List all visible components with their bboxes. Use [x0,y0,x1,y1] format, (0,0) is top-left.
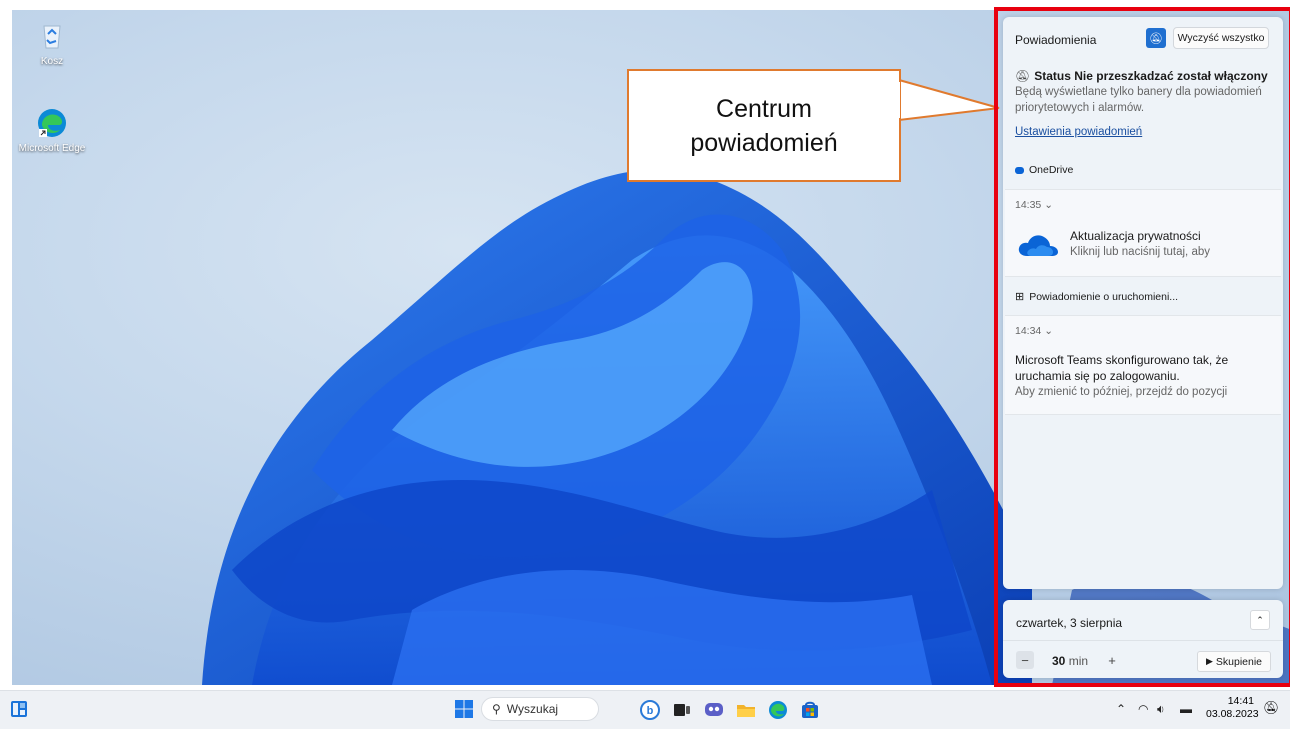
chat-icon[interactable] [704,700,724,720]
group-app-name: OneDrive [1029,164,1074,176]
group-app-name: Powiadomienie o uruchomieni... [1029,290,1179,303]
notification-time-value: 14:35 [1015,199,1042,211]
callout-seam [897,82,900,118]
store-icon[interactable] [800,700,820,720]
focus-increase-button[interactable]: + [1103,651,1121,669]
dnd-status-body: Będą wyświetlane tylko banery dla powiad… [1015,86,1262,114]
callout-label: Centrum powiadomień [627,69,901,182]
notification-time[interactable]: 14:35 ⌄ [1015,199,1053,211]
notification-settings-link[interactable]: Ustawienia powiadomień [1015,126,1142,138]
battery-icon[interactable]: ▬ [1180,702,1192,716]
calendar-date: czwartek, 3 sierpnia [1016,616,1123,630]
edge-browser-icon[interactable] [768,700,788,720]
focus-unit: min [1068,654,1089,668]
focus-button-label: Skupienie [1215,655,1263,668]
notification-time-value: 14:34 [1015,325,1042,337]
callout-line-2: powiadomień [690,128,838,157]
notification-time[interactable]: 14:34 ⌄ [1015,325,1053,337]
clock-time: 14:41 [1227,695,1254,707]
focus-duration: 30 min [1052,654,1088,668]
notification-card-teams[interactable]: 14:34 ⌄ Microsoft Teams skonfigurowano t… [1005,315,1281,415]
chevron-up-icon: ⌃ [1256,614,1264,625]
onedrive-icon [1015,166,1024,174]
wifi-icon[interactable]: ◠ [1138,702,1148,716]
play-icon: ▶ [1205,656,1213,666]
volume-icon[interactable]: 🔉︎ [1157,702,1165,717]
notification-title: Microsoft Teams skonfigurowano tak, że u… [1015,353,1229,383]
dnd-status-title: Status Nie przeszkadzać został włączony [1034,69,1268,83]
search-icon: ⚲ [492,702,501,716]
task-view-icon[interactable] [672,700,692,720]
chevron-down-icon: ⌄ [1044,325,1054,337]
divider [1003,640,1283,641]
start-icon[interactable] [455,700,473,718]
notification-bell-icon[interactable]: 🔕︎ [1263,700,1280,716]
notification-title: Aktualizacja prywatności [1070,229,1201,243]
group-header-startup[interactable]: ⊞ Powiadomienie o uruchomieni... [1015,290,1179,304]
calendar-focus-panel: czwartek, 3 sierpnia ⌃ − 30 min + ▶ Skup… [1003,600,1283,678]
svg-text:b: b [647,705,654,717]
taskbar-search[interactable]: ⚲ Wyszukaj [481,697,599,721]
chevron-down-icon: ⌄ [1044,199,1054,211]
start-focus-button[interactable]: ▶ Skupienie [1197,651,1271,672]
chevron-up-icon[interactable]: ⌃ [1116,702,1126,716]
bell-snooze-icon: 🔕︎ [1149,32,1163,45]
callout-line-1: Centrum [716,94,812,123]
focus-decrease-button[interactable]: − [1016,651,1034,669]
taskbar-clock[interactable]: 14:41 03.08.2023 [1206,695,1259,721]
bell-off-icon: 🔕︎ [1015,69,1031,83]
widgets-icon[interactable] [10,700,28,718]
onedrive-cloud-icon [1018,235,1058,256]
notification-card-onedrive[interactable]: 14:35 ⌄ Aktualizacja prywatności Kliknij… [1005,189,1281,277]
search-placeholder: Wyszukaj [506,702,559,716]
group-header-onedrive[interactable]: OneDrive [1015,164,1073,176]
dnd-status-heading: 🔕︎ Status Nie przeszkadzać został włączon… [1015,69,1268,83]
do-not-disturb-button[interactable]: 🔕︎ [1146,28,1166,48]
notification-center-title: Powiadomienia [1015,33,1097,47]
clear-all-button[interactable]: Wyczyść wszystko [1173,27,1269,49]
notification-center-panel: Powiadomienia 🔕︎ Wyczyść wszystko 🔕︎ Stat… [1003,17,1283,589]
expand-calendar-button[interactable]: ⌃ [1250,610,1270,630]
file-explorer-icon[interactable] [736,700,756,720]
notification-body: Aby zmienić to później, przejdź do pozyc… [1015,386,1228,398]
plus-icon: + [1108,652,1116,668]
taskbar: ⚲ Wyszukaj b ⌃ ◠ 🔉︎ ▬ 14:41 03.08.2023 🔕… [0,690,1290,729]
minus-icon: − [1021,652,1029,668]
clock-date: 03.08.2023 [1206,708,1259,720]
notification-body: Kliknij lub naciśnij tutaj, aby [1070,246,1210,258]
bing-icon[interactable]: b [640,700,660,720]
focus-minutes-value: 30 [1052,654,1066,668]
startup-app-icon: ⊞ [1015,291,1025,303]
